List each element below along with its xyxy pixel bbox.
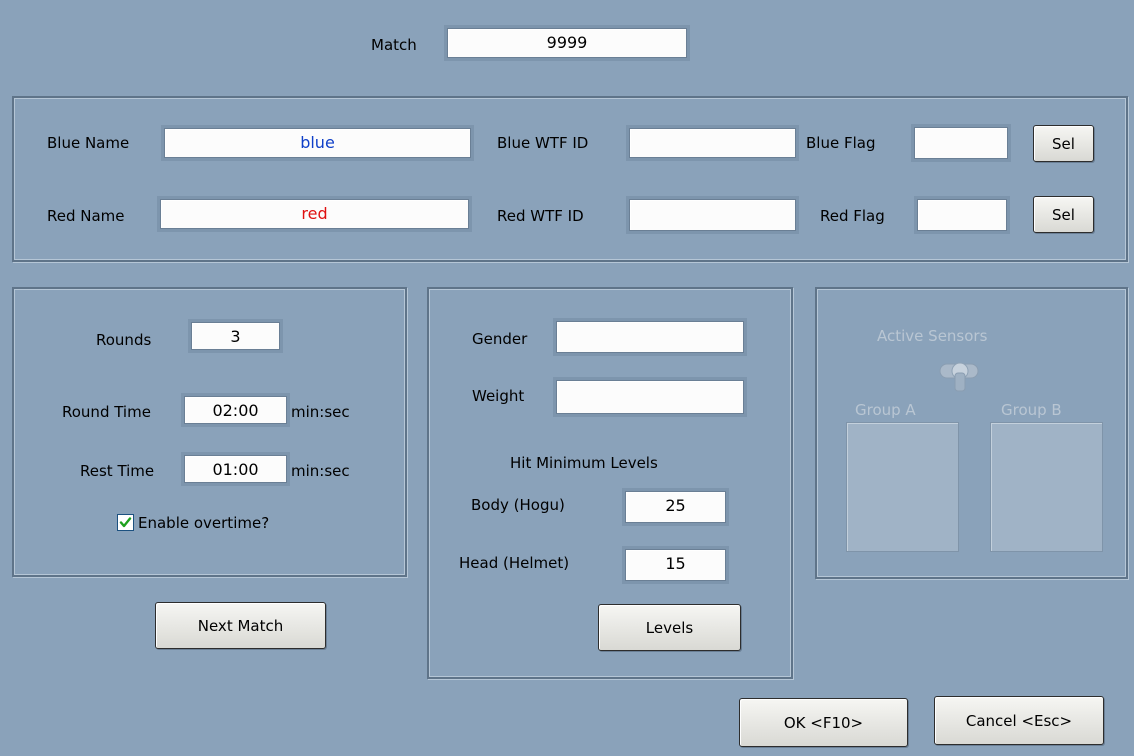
- checkmark-icon: [119, 517, 132, 528]
- overtime-checkbox[interactable]: [117, 514, 134, 531]
- head-helmet-label: Head (Helmet): [459, 554, 570, 572]
- weight-label: Weight: [472, 387, 525, 405]
- blue-name-field[interactable]: blue: [164, 128, 471, 158]
- red-name-field[interactable]: red: [160, 199, 469, 229]
- red-flag-field[interactable]: [917, 199, 1007, 231]
- match-number-field[interactable]: 9999: [447, 28, 687, 58]
- group-b-label: Group B: [1001, 401, 1062, 419]
- red-flag-select-button[interactable]: Sel: [1033, 196, 1094, 233]
- round-time-field[interactable]: 02:00: [184, 396, 287, 424]
- round-time-label: Round Time: [62, 403, 151, 421]
- body-hogu-label: Body (Hogu): [471, 496, 565, 514]
- body-hogu-field[interactable]: 25: [625, 491, 726, 523]
- red-flag-label: Red Flag: [820, 207, 885, 225]
- gender-label: Gender: [472, 330, 528, 348]
- active-sensors-label: Active Sensors: [877, 327, 988, 345]
- gender-field[interactable]: [556, 321, 744, 353]
- group-b-box[interactable]: [990, 422, 1103, 552]
- head-helmet-field[interactable]: 15: [625, 549, 726, 581]
- group-a-box[interactable]: [846, 422, 959, 552]
- rounds-field[interactable]: 3: [191, 322, 280, 350]
- blue-name-label: Blue Name: [47, 134, 130, 152]
- round-time-unit-label: min:sec: [291, 403, 350, 421]
- active-sensors-toggle[interactable]: [938, 358, 984, 394]
- group-a-label: Group A: [855, 401, 916, 419]
- rest-time-label: Rest Time: [80, 462, 155, 480]
- red-wtf-id-label: Red WTF ID: [497, 207, 584, 225]
- weight-field[interactable]: [556, 380, 744, 414]
- levels-button[interactable]: Levels: [598, 604, 741, 651]
- next-match-button[interactable]: Next Match: [155, 602, 326, 649]
- red-wtf-id-field[interactable]: [629, 199, 796, 231]
- blue-wtf-id-field[interactable]: [629, 128, 796, 158]
- blue-flag-field[interactable]: [914, 127, 1008, 159]
- cancel-button[interactable]: Cancel <Esc>: [934, 696, 1104, 745]
- rounds-label: Rounds: [96, 331, 152, 349]
- blue-wtf-id-label: Blue WTF ID: [497, 134, 589, 152]
- hit-minimum-levels-label: Hit Minimum Levels: [510, 454, 658, 472]
- rest-time-field[interactable]: 01:00: [184, 455, 287, 483]
- rest-time-unit-label: min:sec: [291, 462, 350, 480]
- blue-flag-label: Blue Flag: [806, 134, 876, 152]
- toggle-switch-icon: [939, 362, 979, 392]
- blue-flag-select-button[interactable]: Sel: [1033, 125, 1094, 162]
- match-label: Match: [371, 36, 417, 54]
- competitors-frame: [12, 96, 1128, 262]
- overtime-label[interactable]: Enable overtime?: [138, 513, 269, 533]
- ok-button[interactable]: OK <F10>: [739, 698, 908, 747]
- red-name-label: Red Name: [47, 207, 125, 225]
